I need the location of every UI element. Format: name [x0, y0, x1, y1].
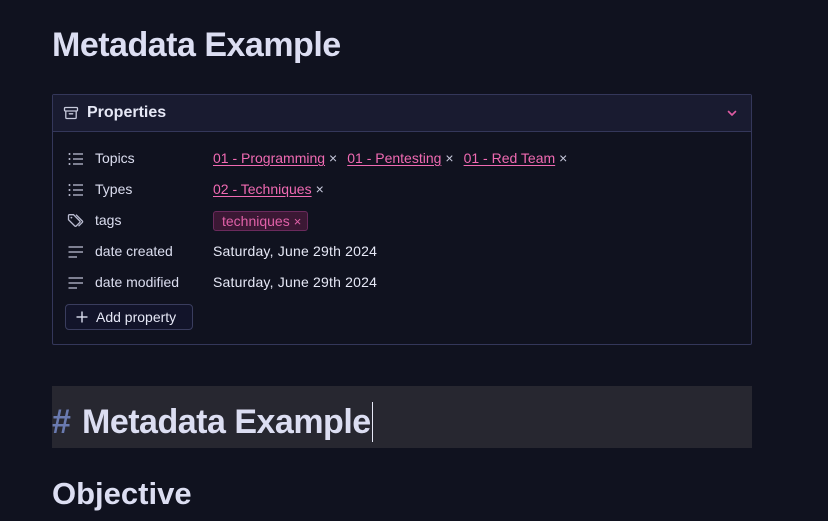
- heading-source[interactable]: Metadata Example: [82, 402, 373, 442]
- date-created-value[interactable]: Saturday, June 29th 2024: [213, 243, 377, 259]
- property-name[interactable]: Topics: [95, 150, 135, 166]
- list-icon: [68, 184, 83, 196]
- property-row-topics[interactable]: Topics 01 - Programming × 01 - Pentestin…: [53, 147, 751, 171]
- property-name[interactable]: Types: [95, 181, 132, 197]
- remove-tag-icon[interactable]: ×: [294, 214, 302, 229]
- add-property-button[interactable]: Add property: [65, 304, 193, 330]
- date-modified-value[interactable]: Saturday, June 29th 2024: [213, 274, 377, 290]
- tag-label: techniques: [222, 213, 290, 229]
- property-name[interactable]: tags: [95, 212, 121, 228]
- property-value-tags[interactable]: techniques ×: [213, 211, 309, 231]
- property-name[interactable]: date modified: [95, 274, 179, 290]
- remove-icon[interactable]: ×: [559, 150, 567, 166]
- list-icon: [68, 153, 83, 165]
- active-editor-line[interactable]: # Metadata Example: [52, 386, 752, 448]
- topic-link[interactable]: 01 - Pentesting: [347, 150, 441, 166]
- page-title[interactable]: Metadata Example: [52, 24, 341, 66]
- tags-icon: [67, 214, 84, 227]
- properties-label: Properties: [87, 104, 167, 121]
- topic-link[interactable]: 01 - Red Team: [464, 150, 556, 166]
- properties-header[interactable]: Properties: [53, 95, 751, 132]
- property-row-tags[interactable]: tags techniques ×: [53, 209, 751, 233]
- objective-heading[interactable]: Objective: [52, 474, 192, 514]
- text-lines-icon: [68, 277, 83, 289]
- property-value-types[interactable]: 02 - Techniques ×: [213, 181, 334, 197]
- text-caret: [371, 402, 373, 442]
- properties-panel: Properties Topics 01 - Programming × 01 …: [52, 94, 752, 345]
- text-lines-icon: [68, 246, 83, 258]
- property-name[interactable]: date created: [95, 243, 173, 259]
- heading-marker: #: [52, 403, 71, 441]
- property-value-topics[interactable]: 01 - Programming × 01 - Pentesting × 01 …: [213, 150, 577, 166]
- remove-icon[interactable]: ×: [445, 150, 453, 166]
- property-row-date-modified[interactable]: date modified Saturday, June 29th 2024: [53, 271, 751, 295]
- topic-link[interactable]: 01 - Programming: [213, 150, 325, 166]
- property-row-date-created[interactable]: date created Saturday, June 29th 2024: [53, 240, 751, 264]
- heading-source-text: Metadata Example: [82, 403, 371, 441]
- remove-icon[interactable]: ×: [329, 150, 337, 166]
- property-row-types[interactable]: Types 02 - Techniques ×: [53, 178, 751, 202]
- tag-pill[interactable]: techniques ×: [213, 211, 309, 231]
- type-link[interactable]: 02 - Techniques: [213, 181, 312, 197]
- add-property-label: Add property: [96, 309, 177, 325]
- plus-icon: [76, 311, 88, 323]
- chevron-down-icon[interactable]: [725, 106, 739, 120]
- archive-icon: [63, 106, 79, 120]
- note-page: Metadata Example Properties Topics 01 - …: [0, 0, 828, 521]
- remove-icon[interactable]: ×: [316, 181, 324, 197]
